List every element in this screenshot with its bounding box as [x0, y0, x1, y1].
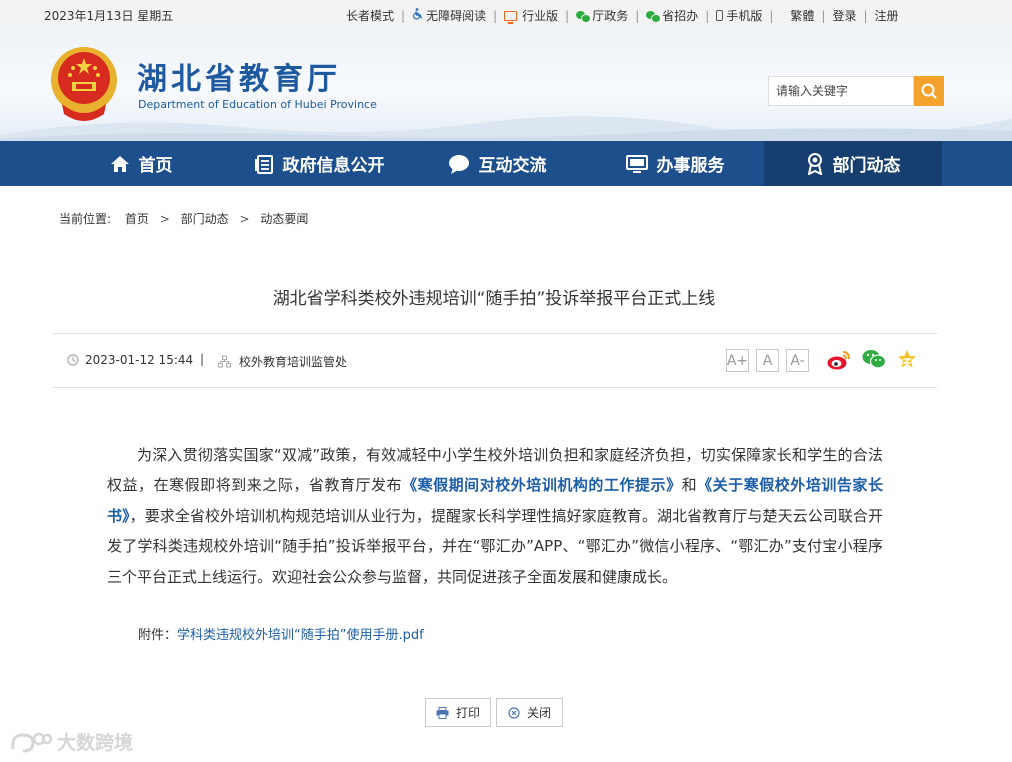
top-bar: 2023年1月13日 星期五 长者模式 | 无障碍阅读 | 行业版 | 厅政务 …: [0, 0, 1012, 28]
chat-bubble-icon: [448, 154, 469, 174]
font-larger-button[interactable]: A+: [726, 349, 749, 372]
search-icon: [921, 83, 937, 99]
watermark: 大数跨境: [9, 728, 133, 755]
industry-version-link[interactable]: 行业版: [504, 7, 558, 24]
search-input[interactable]: [768, 76, 914, 106]
site-title[interactable]: 湖北省教育厅: [137, 54, 341, 98]
font-default-button[interactable]: A: [756, 349, 779, 372]
wechat-icon: [576, 10, 592, 23]
site-subtitle: Department of Education of Hubei Provinc…: [138, 98, 377, 111]
dept-affairs-link[interactable]: 厅政务: [576, 7, 628, 24]
monitor-icon: [625, 154, 648, 173]
top-links: 长者模式 | 无障碍阅读 | 行业版 | 厅政务 | 省招办 | 手机版 | 繁…: [346, 7, 899, 24]
national-emblem-logo[interactable]: [48, 44, 120, 124]
accessibility-link[interactable]: 无障碍阅读: [412, 7, 486, 24]
publish-date: 2023-01-12 15:44: [85, 353, 194, 367]
nav-item-dept-news[interactable]: 部门动态: [764, 141, 942, 186]
document-list-icon: [254, 154, 273, 174]
register-link[interactable]: 注册: [875, 7, 899, 24]
nav-item-services[interactable]: 办事服务: [586, 141, 764, 186]
watermark-logo: [11, 732, 53, 752]
font-smaller-button[interactable]: A-: [786, 349, 809, 372]
nav-item-gov-info[interactable]: 政府信息公开: [230, 141, 408, 186]
department-name: 校外教育培训监管处: [239, 355, 348, 369]
wechat-icon[interactable]: [862, 349, 886, 369]
close-icon: [508, 706, 520, 719]
current-date: 2023年1月13日 星期五: [44, 9, 174, 23]
nav-item-interaction[interactable]: 互动交流: [408, 141, 586, 186]
traditional-chinese-link[interactable]: 繁體: [790, 7, 814, 24]
wheelchair-icon: [412, 8, 423, 23]
attachment-row: 附件：学科类违规校外培训“随手拍”使用手册.pdf: [138, 628, 424, 643]
mobile-version-link[interactable]: 手机版: [716, 7, 762, 24]
clock-icon: [67, 354, 79, 366]
home-icon: [110, 155, 129, 172]
print-button[interactable]: 打印: [425, 698, 491, 727]
admissions-office-link[interactable]: 省招办: [646, 7, 698, 24]
breadcrumb-dept-news[interactable]: 部门动态: [181, 212, 229, 226]
login-link[interactable]: 登录: [832, 7, 856, 24]
qzone-icon[interactable]: [897, 349, 917, 369]
doc-link-winter-tips[interactable]: 《寒假期间对校外培训机构的工作提示》: [402, 476, 682, 494]
award-icon: [807, 152, 822, 175]
search-box: [768, 76, 944, 106]
wechat-icon: [646, 10, 662, 23]
breadcrumb-home[interactable]: 首页: [125, 212, 149, 226]
weibo-icon[interactable]: [827, 349, 851, 371]
elder-mode-link[interactable]: 长者模式: [346, 7, 394, 24]
article-meta: 2023-01-12 15:44 | 校外教育培训监管处 A+ A A-: [52, 333, 937, 388]
article-title: 湖北省学科类校外违规培训“随手拍”投诉举报平台正式上线: [272, 289, 716, 309]
attachment-link[interactable]: 学科类违规校外培训“随手拍”使用手册.pdf: [177, 628, 424, 643]
breadcrumb: 当前位置: 首页 > 部门动态 > 动态要闻: [59, 212, 309, 226]
main-nav: 首页 政府信息公开 互动交流 办事服务 部门动态: [0, 141, 1012, 186]
search-button[interactable]: [914, 76, 944, 106]
breadcrumb-news[interactable]: 动态要闻: [260, 212, 308, 226]
phone-icon: [716, 10, 724, 21]
article-body: 为深入贯彻落实国家“双减”政策，有效减轻中小学生校外培训负担和家庭经济负担，切实…: [107, 446, 883, 586]
monitor-icon: [504, 10, 518, 24]
printer-icon: [436, 706, 449, 719]
site-header: 湖北省教育厅 Department of Education of Hubei …: [0, 28, 1012, 141]
organization-icon: [218, 355, 231, 368]
close-button[interactable]: 关闭: [496, 698, 563, 727]
nav-item-home[interactable]: 首页: [52, 141, 230, 186]
